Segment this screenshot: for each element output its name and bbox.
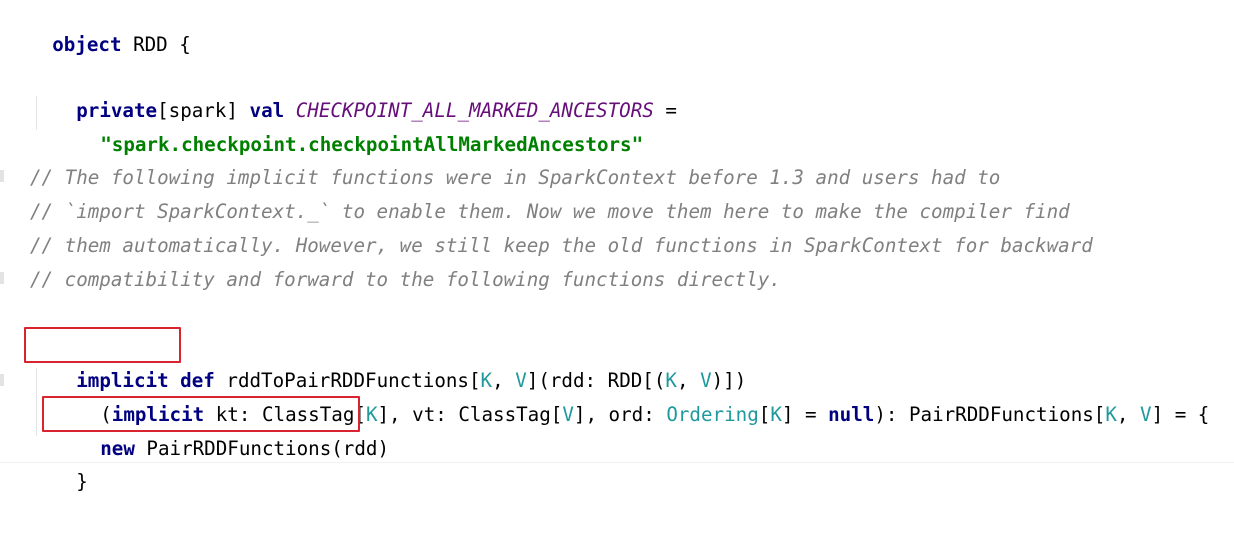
- fold-marker: [0, 170, 4, 182]
- code-line-closing-brace: }: [30, 431, 88, 493]
- code-text: PairRDDFunctions(rdd): [134, 437, 390, 460]
- string-literal: "spark.checkpoint.checkpointAllMarkedAnc…: [100, 133, 644, 156]
- type-param: V: [562, 403, 574, 426]
- comment-line: // compatibility and forward to the foll…: [30, 268, 781, 291]
- type-param: K: [770, 403, 782, 426]
- comment-line: // The following implicit functions were…: [30, 166, 1001, 189]
- code-line-object-decl: object RDD {: [6, 0, 191, 56]
- closing-brace: }: [76, 470, 88, 493]
- code-text: [: [758, 403, 771, 426]
- type-param: V: [1140, 403, 1152, 426]
- highlight-box-implicit-def: [24, 327, 181, 363]
- comment-line: // them automatically. However, we still…: [30, 234, 1093, 257]
- editor-bottom-border: [0, 462, 1234, 463]
- highlight-box-new-pairrddfunctions: [42, 396, 360, 432]
- type-param: K: [1105, 403, 1117, 426]
- code-line-implicit-params: (implicit kt: ClassTag[K], vt: ClassTag[…: [54, 364, 1209, 426]
- code-text: ,: [1116, 403, 1141, 426]
- fold-marker: [0, 374, 4, 386]
- keyword-object: object: [52, 33, 122, 56]
- code-text: =: [653, 99, 677, 122]
- code-line-string: "spark.checkpoint.checkpointAllMarkedAnc…: [54, 94, 643, 156]
- code-text: ] =: [781, 403, 829, 426]
- keyword-new: new: [100, 437, 135, 460]
- comment-line: // `import SparkContext._` to enable the…: [30, 200, 1070, 223]
- fold-marker: [0, 272, 4, 284]
- code-line-private-val: private[spark] val CHECKPOINT_ALL_MARKED…: [30, 60, 677, 122]
- code-text: RDD {: [121, 33, 191, 56]
- code-text: ] = {: [1151, 403, 1210, 426]
- code-text: ): PairRDDFunctions[: [874, 403, 1106, 426]
- keyword-null: null: [828, 403, 875, 426]
- type-ordering: Ordering: [666, 403, 759, 426]
- code-text: ], vt: ClassTag[: [377, 403, 563, 426]
- code-text: ], ord:: [573, 403, 667, 426]
